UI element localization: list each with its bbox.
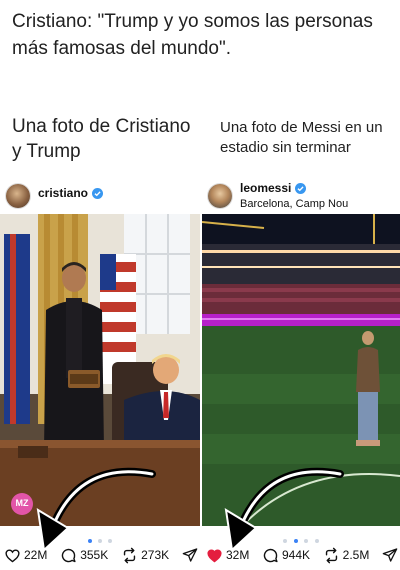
like-button[interactable]: 22M [4, 547, 47, 564]
comment-button[interactable]: 355K [60, 547, 108, 564]
comment-count: 944K [281, 548, 311, 562]
heart-icon [5, 548, 20, 562]
user-row: leomessi [240, 181, 307, 195]
carousel-dots [202, 530, 400, 543]
post-photo[interactable] [202, 214, 400, 526]
repost-count: 2.5M [342, 548, 370, 562]
comment-count: 355K [80, 548, 109, 562]
caption-right: Una foto de Messi en un estadio sin term… [220, 119, 383, 156]
avatar[interactable] [6, 184, 30, 208]
repost-icon [123, 547, 136, 563]
comment-icon [62, 548, 76, 562]
verified-badge-icon [295, 182, 307, 194]
heart-icon [207, 548, 222, 562]
avatar[interactable] [208, 184, 232, 208]
carousel-dot [87, 539, 92, 543]
post-cristiano: cristiano MZ 22M 355K 273K [0, 172, 200, 570]
carousel-dot [314, 539, 319, 543]
carousel-dots [0, 530, 200, 543]
verified-badge-icon [92, 187, 104, 199]
share-icon [182, 548, 198, 562]
username[interactable]: leomessi [240, 181, 291, 195]
comment-button[interactable]: 944K [262, 547, 310, 564]
repost-icon [325, 547, 337, 563]
user-row: cristiano [38, 186, 104, 200]
username[interactable]: cristiano [38, 186, 88, 200]
carousel-dot [108, 539, 113, 543]
post-actions: 22M 355K 273K [4, 544, 198, 566]
like-count: 32M [226, 548, 250, 562]
post-actions: 32M 944K 2.5M [206, 544, 398, 566]
post-header: cristiano [6, 180, 200, 214]
repost-count: 273K [141, 548, 170, 562]
headline: Cristiano: "Trump y yo somos las persona… [12, 11, 373, 59]
caption-left: Una foto de Cristiano y Trump [12, 116, 191, 162]
post-header: leomessi Barcelona, Camp Nou [208, 180, 400, 214]
post-leomessi: leomessi Barcelona, Camp Nou 32M 944K 2.… [202, 172, 400, 570]
post-location[interactable]: Barcelona, Camp Nou [240, 198, 348, 210]
carousel-dot [283, 539, 288, 543]
post-photo[interactable] [0, 214, 200, 526]
repost-button[interactable]: 2.5M [323, 547, 370, 564]
carousel-dot [98, 539, 102, 543]
watermark-label: MZ [15, 498, 29, 508]
share-icon [382, 548, 398, 562]
share-button[interactable] [182, 547, 198, 563]
carousel-dot [304, 539, 309, 543]
like-button[interactable]: 32M [206, 547, 249, 564]
share-button[interactable] [382, 547, 398, 563]
carousel-dot [293, 539, 298, 543]
repost-button[interactable]: 273K [121, 547, 169, 564]
comment-icon [263, 548, 278, 562]
like-count: 22M [24, 548, 48, 562]
